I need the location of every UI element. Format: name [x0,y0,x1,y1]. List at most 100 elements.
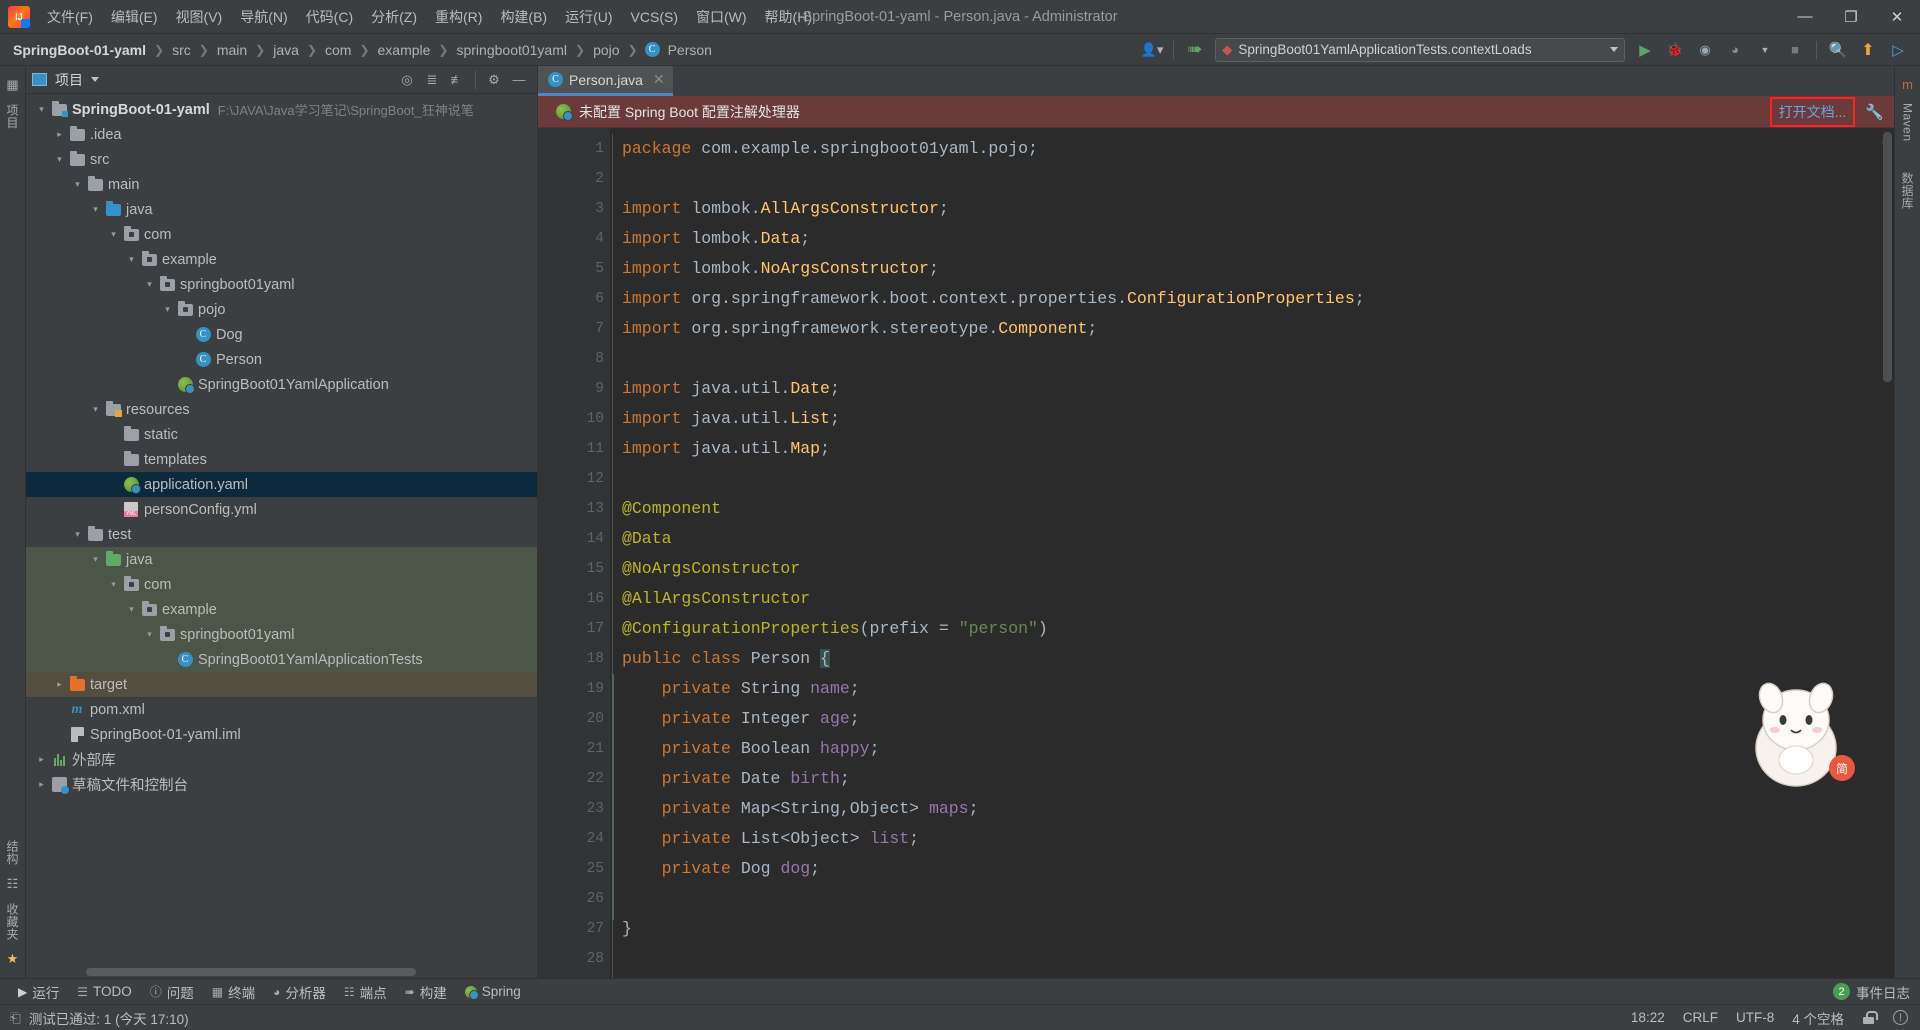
code-line[interactable]: import lombok.Data; [622,224,1880,254]
rail-item-database[interactable]: 数据库 [1899,166,1916,216]
rail-item-structure[interactable]: 结构 [4,834,21,871]
chevron-down-icon[interactable]: ▾ [70,179,85,190]
update-project-icon[interactable]: ⬆ [1854,37,1882,63]
settings-gear-icon[interactable]: ⚙ [482,69,506,91]
code-line[interactable]: import java.util.List; [622,404,1880,434]
line-number[interactable]: 17△ [538,614,672,644]
menu-window[interactable]: 窗口(W) [687,4,756,30]
code-line[interactable]: import org.springframework.stereotype.Co… [622,314,1880,344]
line-number[interactable]: 10 [538,404,610,434]
menu-navigate[interactable]: 导航(N) [231,4,296,30]
code-line[interactable]: } [622,914,1880,944]
chevron-down-icon[interactable]: ▾ [88,404,103,415]
run-with-coverage-icon[interactable]: ◉ [1691,37,1719,63]
code-line[interactable]: @Component [622,494,1880,524]
code-line[interactable]: private Date birth; [622,764,1880,794]
tree-node-dog[interactable]: C Dog [26,322,537,347]
editor-tab-person-java[interactable]: C Person.java ✕ [538,66,673,96]
project-horizontal-scrollbar[interactable] [86,968,416,976]
chevron-right-icon[interactable]: ▸ [52,129,67,140]
tree-node-example[interactable]: ▾ example [26,597,537,622]
code-line[interactable]: private Integer age; [622,704,1880,734]
chevron-right-icon[interactable]: ▸ [34,754,49,765]
line-number[interactable]: 24 [538,824,610,854]
line-number[interactable]: 26 [538,884,610,914]
menu-build[interactable]: 构建(B) [491,4,556,30]
code-line[interactable]: private Map<String,Object> maps; [622,794,1880,824]
favorites-star-icon[interactable]: ★ [7,946,19,972]
code-line[interactable] [622,344,1880,374]
tree-node-springboot01yaml[interactable]: ▾ springboot01yaml [26,272,537,297]
line-number[interactable]: 14 [538,524,610,554]
tree-node-com[interactable]: ▾ com [26,572,537,597]
wrench-icon[interactable]: 🔧 [1865,103,1884,121]
toolwindow-run[interactable]: ▶ 运行 [10,980,67,1004]
toolwindow-build[interactable]: ➠ 构建 [397,980,455,1004]
toolwindow-spring[interactable]: Spring [457,982,529,1001]
code-line[interactable]: import lombok.NoArgsConstructor; [622,254,1880,284]
editor-vertical-scrollbar[interactable]: ✔ [1880,128,1894,978]
chevron-down-icon[interactable]: ▾ [124,604,139,615]
menu-analyze[interactable]: 分析(Z) [362,4,426,30]
tree-node-pom-xml[interactable]: m pom.xml [26,697,537,722]
open-documentation-button[interactable]: 打开文档... [1769,96,1856,127]
tree-node-main[interactable]: ▾ main [26,172,537,197]
event-log-label[interactable]: 事件日志 [1856,982,1910,1002]
tree-node-springboot01yamlapplicationtests[interactable]: C SpringBoot01YamlApplicationTests [26,647,537,672]
structure-icon[interactable]: ☷ [7,871,19,897]
toolwindow-terminal[interactable]: ▦ 终端 [204,980,263,1004]
close-icon[interactable]: ✕ [653,71,665,88]
close-button[interactable]: ✕ [1874,0,1920,33]
chevron-down-icon[interactable]: ▾ [142,629,157,640]
code-line[interactable] [622,464,1880,494]
user-icon[interactable]: 👤▾ [1138,37,1166,63]
project-tree[interactable]: ▾ SpringBoot-01-yaml F:\JAVA\Java学习笔记\Spri… [26,94,537,968]
chevron-down-icon[interactable]: ▾ [52,154,67,165]
run-icon[interactable]: ▶ [1631,37,1659,63]
breadcrumb-item-springboot01yaml[interactable]: springboot01yaml [453,40,570,60]
search-icon[interactable]: 🔍 [1824,37,1852,63]
tree-node-templates[interactable]: templates [26,447,537,472]
toolwindow-profiler[interactable]: ◕ 分析器 [265,980,334,1004]
tree-node-com[interactable]: ▾ com [26,222,537,247]
menu-refactor[interactable]: 重构(R) [426,4,491,30]
menu-file[interactable]: 文件(F) [38,4,102,30]
tree-node-resources[interactable]: ▾ resources [26,397,537,422]
line-number[interactable]: 19 [538,674,610,704]
menu-vcs[interactable]: VCS(S) [622,4,687,30]
run-configuration-selector[interactable]: ◆ SpringBoot01YamlApplicationTests.conte… [1215,37,1625,62]
tree-node-springboot01yaml[interactable]: ▾ springboot01yaml [26,622,537,647]
hide-panel-icon[interactable]: — [507,69,531,91]
read-only-toggle-icon[interactable] [1862,1011,1878,1024]
tree-node-test[interactable]: ▾ test [26,522,537,547]
code-editor[interactable]: 123▽4567891011△1213▽14151617△18192021222… [538,128,1894,978]
chevron-down-icon[interactable]: ▾ [106,579,121,590]
line-number[interactable]: 4 [538,224,610,254]
file-encoding[interactable]: UTF-8 [1736,1010,1774,1025]
chevron-down-icon[interactable]: ▾ [124,254,139,265]
code-line[interactable]: public class Person { [622,644,1880,674]
caret-position[interactable]: 18:22 [1631,1010,1665,1025]
scrollbar-thumb[interactable] [1883,132,1892,382]
line-number[interactable]: 6 [538,284,610,314]
maven-icon[interactable]: m [1902,72,1913,97]
line-number[interactable]: 13▽ [538,494,620,524]
code-line[interactable]: package com.example.springboot01yaml.poj… [622,134,1880,164]
code-line[interactable]: @AllArgsConstructor [622,584,1880,614]
tree-node-personconfig-yml[interactable]: personConfig.yml [26,497,537,522]
code-line[interactable]: @ConfigurationProperties(prefix = "perso… [622,614,1880,644]
menu-run[interactable]: 运行(U) [556,4,621,30]
ide-feature-icon[interactable]: ▷ [1884,37,1912,63]
profiler-icon[interactable]: ◕ [1721,37,1749,63]
breadcrumb-item-src[interactable]: src [169,40,194,60]
toolwindow-problems[interactable]: ⓘ 问题 [142,980,202,1004]
rail-item-favorites[interactable]: 收藏夹 [4,897,21,947]
line-separator[interactable]: CRLF [1683,1010,1718,1025]
code-line[interactable] [622,884,1880,914]
vcs-update-icon[interactable]: ➠ [1181,37,1209,63]
code-line[interactable]: import java.util.Map; [622,434,1880,464]
line-number[interactable]: 15 [538,554,610,584]
code-line[interactable]: import org.springframework.boot.context.… [622,284,1880,314]
line-number[interactable]: 20 [538,704,610,734]
line-number[interactable]: 9 [538,374,610,404]
